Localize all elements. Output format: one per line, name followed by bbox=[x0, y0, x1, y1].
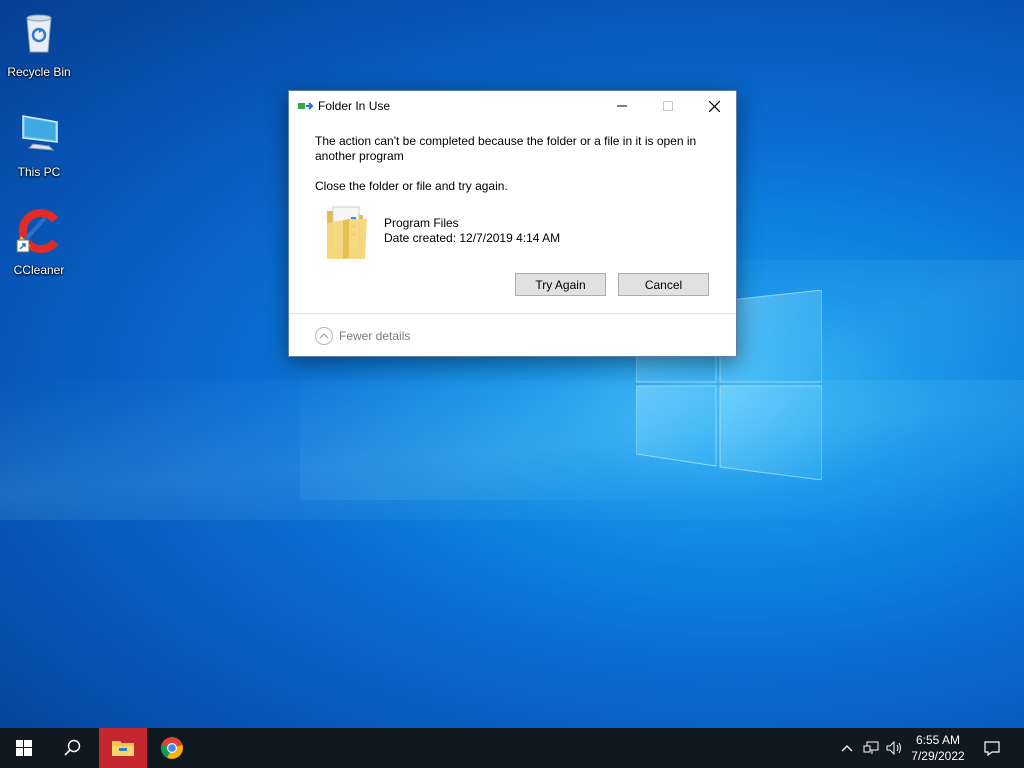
error-message: The action can't be completed because th… bbox=[315, 134, 697, 163]
start-icon bbox=[16, 740, 32, 756]
file-name: Program Files bbox=[384, 216, 459, 230]
action-center-button[interactable] bbox=[978, 728, 1006, 768]
chrome-icon bbox=[161, 737, 183, 759]
close-button[interactable] bbox=[691, 91, 737, 121]
chevron-up-icon bbox=[841, 745, 853, 752]
chevron-up-icon bbox=[315, 327, 333, 345]
dialog-title: Folder In Use bbox=[318, 99, 391, 113]
dialog-titlebar[interactable]: Folder In Use bbox=[289, 91, 736, 121]
desktop-icon-ccleaner[interactable]: CCleaner bbox=[1, 206, 77, 277]
network-icon bbox=[863, 741, 879, 754]
file-explorer-icon bbox=[112, 741, 134, 756]
file-info: Program Files Date created: 12/7/2019 4:… bbox=[384, 216, 560, 246]
desktop-icon-recycle-bin[interactable]: Recycle Bin bbox=[1, 8, 77, 79]
recycle-bin-icon bbox=[26, 14, 52, 53]
fewer-details-toggle[interactable]: Fewer details bbox=[315, 327, 410, 345]
clock-time: 6:55 AM bbox=[915, 733, 961, 747]
maximize-button bbox=[645, 91, 691, 121]
ccleaner-icon bbox=[16, 209, 59, 253]
close-icon bbox=[708, 100, 720, 112]
desktop-icon-label: CCleaner bbox=[13, 263, 65, 277]
clock-date: 7/29/2022 bbox=[911, 749, 965, 763]
taskbar-chrome[interactable] bbox=[148, 728, 196, 768]
folder-in-use-dialog: Folder In Use The action can't be comple… bbox=[288, 90, 737, 357]
taskbar: 6:55 AM 7/29/2022 bbox=[0, 728, 1024, 768]
tray-volume[interactable] bbox=[884, 728, 906, 768]
instruction-text: Close the folder or file and try again. bbox=[315, 179, 508, 193]
minimize-button[interactable] bbox=[599, 91, 645, 121]
tray-chevron[interactable] bbox=[838, 728, 856, 768]
divider bbox=[289, 313, 736, 314]
file-move-icon bbox=[298, 102, 314, 110]
desktop-icon-label: Recycle Bin bbox=[7, 65, 71, 79]
desktop-icon-this-pc[interactable]: This PC bbox=[1, 108, 77, 179]
taskbar-file-explorer[interactable] bbox=[99, 728, 147, 768]
notification-icon bbox=[984, 740, 1000, 756]
start-button[interactable] bbox=[0, 728, 48, 768]
computer-icon bbox=[22, 115, 58, 151]
file-date: Date created: 12/7/2019 4:14 AM bbox=[384, 231, 561, 245]
search-icon bbox=[64, 739, 81, 756]
fewer-details-label: Fewer details bbox=[339, 329, 411, 343]
system-clock[interactable]: 6:55 AM 7/29/2022 bbox=[905, 732, 971, 764]
desktop-icon-label: This PC bbox=[17, 165, 61, 179]
volume-icon bbox=[886, 741, 901, 755]
minimize-icon bbox=[617, 105, 627, 107]
maximize-icon bbox=[663, 101, 673, 111]
try-again-button[interactable]: Try Again bbox=[515, 273, 606, 296]
tray-network[interactable] bbox=[860, 728, 882, 768]
cancel-button[interactable]: Cancel bbox=[618, 273, 709, 296]
search-button[interactable] bbox=[48, 728, 96, 768]
folder-icon bbox=[327, 206, 367, 259]
